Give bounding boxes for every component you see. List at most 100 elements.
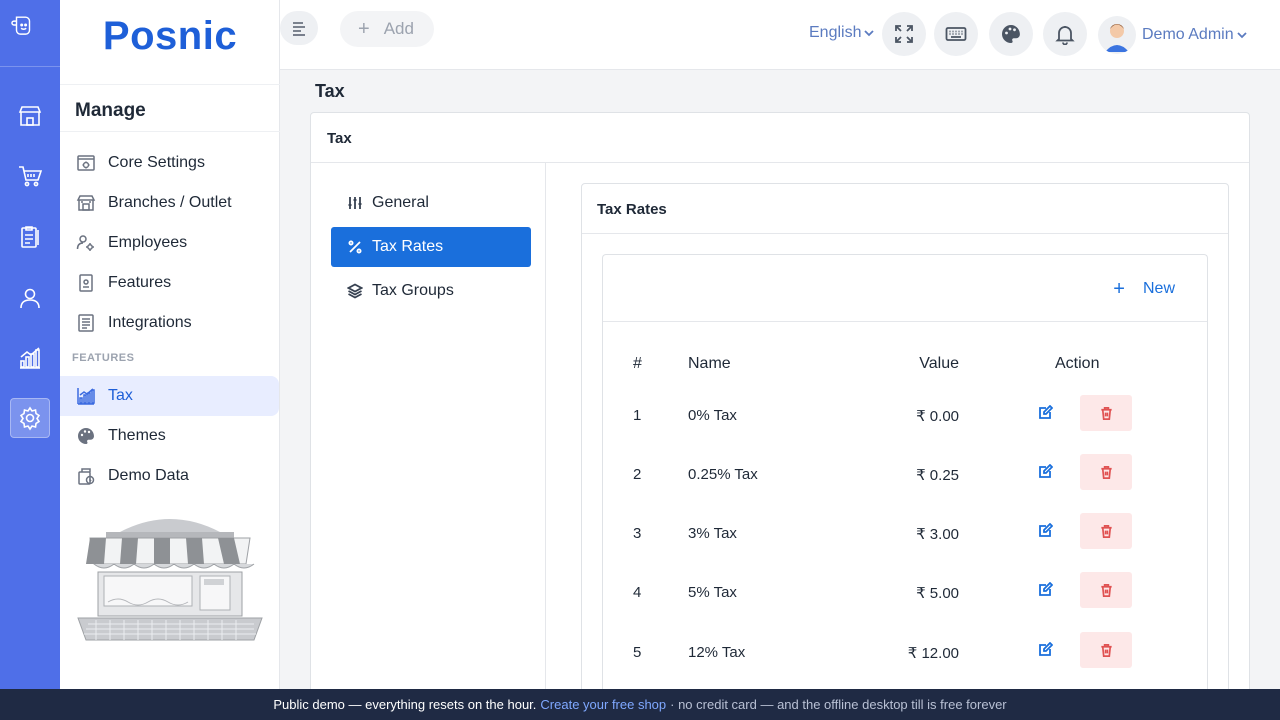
edit-icon [1039,464,1053,478]
branch-icon [75,192,97,214]
percent-icon [348,240,362,254]
edit-button[interactable] [1029,572,1061,608]
tab-tax-rates[interactable]: Tax Rates [331,227,531,267]
gear-icon[interactable] [10,398,50,438]
user-icon[interactable] [10,278,50,318]
banner-text: Public demo — everything resets on the h… [273,697,537,712]
menu-item-integrations[interactable]: Integrations [60,303,279,343]
theme-button[interactable] [989,12,1033,56]
column-header-value: Value [919,355,959,372]
menu-item-label: Integrations [108,314,192,331]
language-label: English [809,24,862,41]
delete-button[interactable] [1080,395,1132,431]
new-tax-rate-button[interactable]: + New [1113,279,1175,299]
menu-item-tax[interactable]: Tax [60,376,279,416]
chart-icon[interactable] [10,338,50,378]
column-header-number: # [633,355,642,372]
edit-icon [1039,405,1053,419]
tab-tax-groups[interactable]: Tax Groups [331,271,531,311]
demo-banner: Public demo — everything resets on the h… [0,689,1280,720]
tax-chart-icon [75,385,97,407]
table-row: 2 0.25% Tax ₹ 0.25 [603,454,1207,504]
plus-icon: + [1113,278,1125,300]
edit-button[interactable] [1029,632,1061,668]
delete-button[interactable] [1080,513,1132,549]
menu-item-core-settings[interactable]: Core Settings [60,143,279,183]
layers-icon [347,283,363,299]
tax-rates-table: + New # Name Value Action 1 0% Tax ₹ 0.0… [602,254,1208,704]
employees-icon [75,232,97,254]
add-button[interactable]: + Add [340,11,434,47]
delete-button[interactable] [1080,572,1132,608]
settings-panel: Posnic Manage Core Settings Branches / O… [60,0,280,689]
create-shop-link[interactable]: Create your free shop [540,697,666,712]
menu-item-demo-data[interactable]: Demo Data [60,456,279,496]
edit-button[interactable] [1029,513,1061,549]
menu-lines-icon [293,22,305,36]
add-button-label: Add [383,19,414,38]
tab-label: Tax Rates [372,238,444,255]
table-row: 3 3% Tax ₹ 3.00 [603,513,1207,563]
row-value: ₹ 0.00 [916,408,959,425]
table-row: 1 0% Tax ₹ 0.00 [603,395,1207,445]
menu-item-employees[interactable]: Employees [60,223,279,263]
tab-label: Tax Groups [372,282,454,299]
menu-item-label: Core Settings [108,154,205,171]
tax-tabs: General Tax Rates Tax Groups [311,163,546,703]
menu-item-label: Branches / Outlet [108,194,232,211]
brand-logo[interactable]: Posnic [60,14,280,59]
chevron-down-icon [1236,32,1247,39]
clipboard-icon[interactable] [10,217,50,257]
chevron-down-icon [864,30,875,37]
trash-icon [1100,465,1112,479]
tax-rates-panel: Tax Rates + New # Name Value Action 1 0%… [581,183,1229,704]
trash-icon [1100,406,1112,420]
column-header-name: Name [688,355,731,372]
section-label-features: FEATURES [72,352,135,364]
trash-icon [1100,643,1112,657]
bell-icon [1055,26,1075,45]
menu-item-label: Features [108,274,172,291]
notifications-button[interactable] [1043,12,1087,56]
edit-button[interactable] [1029,454,1061,490]
store-icon[interactable] [10,96,50,136]
keyboard-shortcuts-button[interactable] [934,12,978,56]
row-name: 0% Tax [688,407,737,424]
integrations-icon [75,312,97,334]
tab-label: General [372,194,429,211]
table-divider [603,321,1207,322]
edit-icon [1039,582,1053,596]
palette-icon [1002,25,1020,43]
language-select[interactable]: English [809,24,875,42]
menu-item-label: Tax [108,387,133,404]
fullscreen-button[interactable] [882,12,926,56]
trash-icon [1100,583,1112,597]
shop-illustration [77,519,263,641]
logo-icon[interactable] [10,12,50,52]
menu-item-themes[interactable]: Themes [60,416,279,456]
user-menu[interactable]: Demo Admin [1098,16,1247,54]
row-value: ₹ 5.00 [916,585,959,602]
features-icon [75,272,97,294]
delete-button[interactable] [1080,632,1132,668]
row-number: 4 [633,584,642,601]
row-number: 5 [633,644,642,661]
delete-button[interactable] [1080,454,1132,490]
user-name: Demo Admin [1142,26,1234,43]
row-name: 3% Tax [688,525,737,542]
panel-divider [60,84,280,85]
menu-item-label: Employees [108,234,188,251]
sidebar-toggle-button[interactable] [280,11,318,45]
edit-button[interactable] [1029,395,1061,431]
tab-general[interactable]: General [331,183,531,223]
menu-item-features[interactable]: Features [60,263,279,303]
table-row: 5 12% Tax ₹ 12.00 [603,632,1207,682]
column-header-action: Action [1055,355,1100,372]
row-value: ₹ 12.00 [907,645,959,662]
panel-divider [60,131,280,132]
rail-divider [0,66,60,67]
topbar: + Add English Demo Admin [280,0,1280,70]
menu-item-branches[interactable]: Branches / Outlet [60,183,279,223]
avatar [1098,16,1136,54]
cart-icon[interactable] [10,156,50,196]
